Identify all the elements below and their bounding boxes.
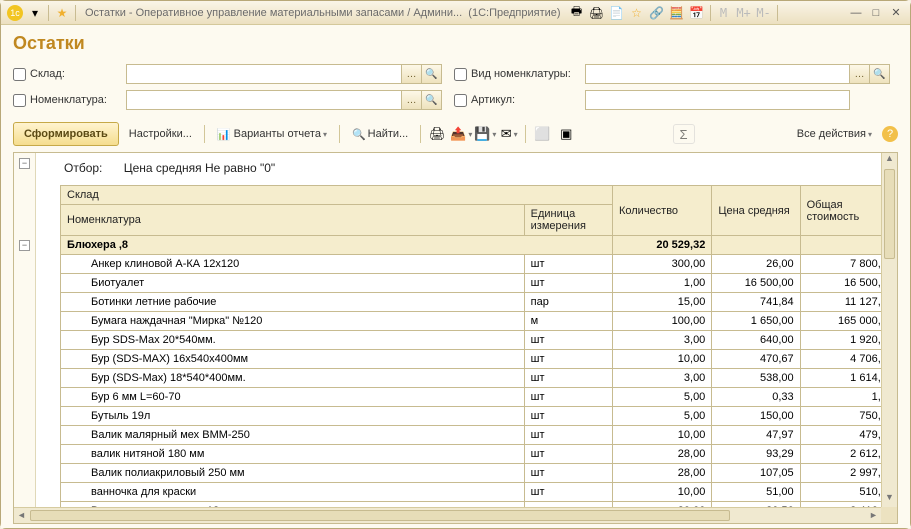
table-row[interactable]: Валик малярный мех ВММ-250шт10,0047,9747… xyxy=(61,426,898,445)
table-row[interactable]: Бур (SDS-MAX) 16х540х400ммшт10,00470,674… xyxy=(61,350,898,369)
document-icon[interactable]: 📄 xyxy=(609,5,625,21)
print-icon[interactable]: 🖨 xyxy=(427,124,447,144)
close-button[interactable]: ✕ xyxy=(887,5,905,21)
table-row[interactable]: Бур (SDS-Max) 18*540*400мм.шт3,00538,001… xyxy=(61,369,898,388)
minimize-button[interactable]: — xyxy=(847,5,865,21)
scroll-corner xyxy=(881,507,897,523)
app-logo-icon: 1c xyxy=(7,5,23,21)
scroll-thumb[interactable] xyxy=(30,510,730,521)
table-row[interactable]: Бур 6 мм L=60-70шт5,000,331,65 xyxy=(61,388,898,407)
ellipsis-button[interactable]: … xyxy=(850,64,870,84)
table-row[interactable]: валик нитяной 180 ммшт28,0093,292 612,12 xyxy=(61,445,898,464)
kind-label: Вид номенклатуры: xyxy=(471,68,581,80)
group-row[interactable]: Блюхера ,820 529,32 xyxy=(61,236,898,255)
titlebar: 1c ▾ ★ Остатки - Оперативное управление … xyxy=(1,1,910,25)
window-title: Остатки - Оперативное управление материа… xyxy=(85,7,561,19)
nomenclature-checkbox[interactable] xyxy=(13,94,26,107)
variants-button[interactable]: 📊Варианты отчета xyxy=(211,123,333,145)
find-button[interactable]: 🔍Найти... xyxy=(346,123,414,145)
scroll-left-icon[interactable]: ◄ xyxy=(14,508,29,523)
table-row[interactable]: Бутыль 19лшт5,00150,00750,00 xyxy=(61,407,898,426)
col-warehouse: Склад xyxy=(61,186,613,205)
report-filter-line: Отбор: Цена средняя Не равно "0" xyxy=(36,153,897,185)
nomenclature-input[interactable] xyxy=(126,90,402,110)
export-icon[interactable]: 📤 xyxy=(451,124,471,144)
calculator-icon[interactable]: 🧮 xyxy=(669,5,685,21)
sigma-icon[interactable]: Σ xyxy=(673,124,695,144)
col-price: Цена средняя xyxy=(712,186,800,236)
article-checkbox[interactable] xyxy=(454,94,467,107)
horizontal-scrollbar[interactable]: ◄ ► xyxy=(14,507,881,523)
link-icon[interactable]: 🔗 xyxy=(649,5,665,21)
save-icon[interactable]: 💾 xyxy=(475,124,495,144)
scroll-thumb[interactable] xyxy=(884,169,895,259)
kind-checkbox[interactable] xyxy=(454,68,467,81)
table-row[interactable]: ванночка для краскишт10,0051,00510,00 xyxy=(61,483,898,502)
report-area: − − Отбор: Цена средняя Не равно "0" Скл… xyxy=(13,152,898,524)
expand-level-button[interactable]: − xyxy=(19,158,30,169)
favorite-icon[interactable]: ★ xyxy=(54,5,70,21)
col-unit: Единица измерения xyxy=(524,205,612,236)
m-minus-button[interactable]: M- xyxy=(756,5,772,21)
ellipsis-button[interactable]: … xyxy=(402,90,422,110)
collapse-icon[interactable]: ▣ xyxy=(556,124,576,144)
filter-row-2: Номенклатура: … 🔍 Артикул: xyxy=(13,90,898,110)
table-row[interactable]: Бур SDS-Max 20*540мм.шт3,00640,001 920,0… xyxy=(61,331,898,350)
table-row[interactable]: Бумага наждачная "Мирка" №120м100,001 65… xyxy=(61,312,898,331)
expand-icon[interactable]: ⬜ xyxy=(532,124,552,144)
warehouse-checkbox[interactable] xyxy=(13,68,26,81)
expander-column: − − xyxy=(14,153,36,523)
search-button[interactable]: 🔍 xyxy=(422,64,442,84)
table-row[interactable]: Биотуалетшт1,0016 500,0016 500,00 xyxy=(61,274,898,293)
scroll-down-icon[interactable]: ▼ xyxy=(882,492,897,507)
ellipsis-button[interactable]: … xyxy=(402,64,422,84)
table-row[interactable]: Валик полиакриловый 250 ммшт28,00107,052… xyxy=(61,464,898,483)
m-button[interactable]: M xyxy=(716,5,732,21)
scroll-up-icon[interactable]: ▲ xyxy=(882,153,897,168)
maximize-button[interactable]: □ xyxy=(867,5,885,21)
vertical-scrollbar[interactable]: ▲ ▼ xyxy=(881,153,897,507)
filter-row-1: Склад: … 🔍 Вид номенклатуры: … 🔍 xyxy=(13,64,898,84)
print-icon[interactable]: 🖨 xyxy=(589,5,605,21)
toolbar: Сформировать Настройки... 📊Варианты отче… xyxy=(13,122,898,146)
expand-group-button[interactable]: − xyxy=(19,240,30,251)
page-title: Остатки xyxy=(13,33,898,54)
m-plus-button[interactable]: M+ xyxy=(736,5,752,21)
kind-input[interactable] xyxy=(585,64,850,84)
article-input[interactable] xyxy=(585,90,850,110)
table-row[interactable]: Ботинки летние рабочиепар15,00741,8411 1… xyxy=(61,293,898,312)
article-label: Артикул: xyxy=(471,94,581,106)
settings-button[interactable]: Настройки... xyxy=(123,123,198,145)
form-button[interactable]: Сформировать xyxy=(13,122,119,146)
search-button[interactable]: 🔍 xyxy=(870,64,890,84)
calendar-icon[interactable]: 📅 xyxy=(689,5,705,21)
star-icon[interactable]: ☆ xyxy=(629,5,645,21)
report-body[interactable]: Отбор: Цена средняя Не равно "0" Склад К… xyxy=(36,153,897,523)
col-nomenclature: Номенклатура xyxy=(61,205,525,236)
table-row[interactable]: Анкер клиновой А-КА 12х120шт300,0026,007… xyxy=(61,255,898,274)
nomenclature-label: Номенклатура: xyxy=(30,94,122,106)
warehouse-label: Склад: xyxy=(30,68,122,80)
report-table: Склад Количество Цена средняя Общая стои… xyxy=(60,185,897,523)
print-preview-icon[interactable]: 🖶 xyxy=(569,5,585,21)
all-actions-button[interactable]: Все действия xyxy=(791,123,878,145)
col-qty: Количество xyxy=(612,186,711,236)
help-icon[interactable]: ? xyxy=(882,126,898,142)
nav-dropdown-icon[interactable]: ▾ xyxy=(27,5,43,21)
warehouse-input[interactable] xyxy=(126,64,402,84)
scroll-right-icon[interactable]: ► xyxy=(866,508,881,523)
mail-icon[interactable]: ✉ xyxy=(499,124,519,144)
search-button[interactable]: 🔍 xyxy=(422,90,442,110)
